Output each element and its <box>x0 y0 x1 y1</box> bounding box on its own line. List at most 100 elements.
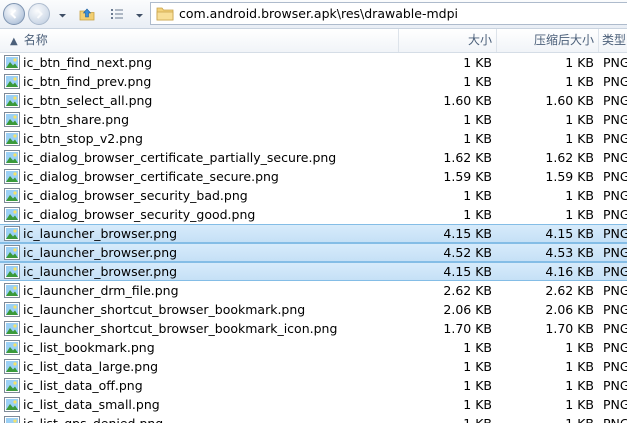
png-image-file-icon <box>4 378 20 393</box>
file-compressed-size: 1 KB <box>565 188 594 203</box>
table-row[interactable]: ic_btn_stop_v2.png 1 KB 1 KB PNG <box>0 129 627 148</box>
file-name: ic_launcher_browser.png <box>23 264 178 279</box>
file-type: PNG <box>603 150 627 165</box>
file-type: PNG <box>603 74 627 89</box>
file-size: 2.06 KB <box>443 302 492 317</box>
file-size: 1 KB <box>463 74 492 89</box>
file-name: ic_list_bookmark.png <box>23 340 155 355</box>
file-compressed-size: 1 KB <box>565 397 594 412</box>
png-image-file-icon <box>4 264 20 279</box>
column-divider[interactable] <box>598 29 599 52</box>
column-divider[interactable] <box>496 29 497 52</box>
file-size: 1.60 KB <box>443 93 492 108</box>
file-compressed-size: 1.60 KB <box>545 93 594 108</box>
folder-icon <box>156 6 174 21</box>
column-name[interactable]: ▲ 名称 <box>10 29 48 52</box>
history-dropdown-icon[interactable] <box>58 9 67 18</box>
png-image-file-icon <box>4 112 20 127</box>
table-row[interactable]: ic_launcher_drm_file.png 2.62 KB 2.62 KB PN… <box>0 281 627 300</box>
sort-up-icon: ▲ <box>10 36 18 47</box>
file-name: ic_btn_find_next.png <box>23 55 153 70</box>
view-list-icon[interactable] <box>108 5 126 23</box>
table-row[interactable]: ic_list_gps_denied.png 1 KB 1 KB PNG <box>0 414 627 423</box>
file-type: PNG <box>603 55 627 70</box>
file-size: 1 KB <box>463 340 492 355</box>
table-row[interactable]: ic_dialog_browser_certificate_secure.png… <box>0 167 627 186</box>
file-name: ic_dialog_browser_certificate_secure.png <box>23 169 279 184</box>
file-compressed-size: 1.70 KB <box>545 321 594 336</box>
file-name: ic_dialog_browser_security_bad.png <box>23 188 248 203</box>
file-name: ic_btn_select_all.png <box>23 93 153 108</box>
address-bar[interactable]: com.android.browser.apk\res\drawable-mdp… <box>150 2 627 25</box>
table-row[interactable]: ic_list_bookmark.png 1 KB 1 KB PNG <box>0 338 627 357</box>
address-path[interactable]: com.android.browser.apk\res\drawable-mdp… <box>179 6 458 21</box>
up-folder-icon[interactable] <box>78 5 96 23</box>
file-type: PNG <box>603 302 627 317</box>
column-divider[interactable] <box>398 29 399 52</box>
table-row[interactable]: ic_btn_select_all.png 1.60 KB 1.60 KB PNG <box>0 91 627 110</box>
png-image-file-icon <box>4 340 20 355</box>
file-size: 2.62 KB <box>443 283 492 298</box>
table-row[interactable]: ic_launcher_browser.png 4.15 KB 4.16 KB PNG <box>0 262 627 281</box>
column-size[interactable]: 大小 <box>402 29 492 52</box>
png-image-file-icon <box>4 397 20 412</box>
file-type: PNG <box>603 283 627 298</box>
file-type: PNG <box>603 378 627 393</box>
file-compressed-size: 2.06 KB <box>545 302 594 317</box>
file-size: 1 KB <box>463 131 492 146</box>
file-size: 1.70 KB <box>443 321 492 336</box>
file-name: ic_btn_share.png <box>23 112 130 127</box>
file-size: 1 KB <box>463 207 492 222</box>
file-name: ic_dialog_browser_certificate_partially_… <box>23 150 337 165</box>
file-type: PNG <box>603 188 627 203</box>
png-image-file-icon <box>4 150 20 165</box>
file-compressed-size: 1 KB <box>565 55 594 70</box>
file-compressed-size: 1 KB <box>565 74 594 89</box>
table-row[interactable]: ic_list_data_large.png 1 KB 1 KB PNG <box>0 357 627 376</box>
file-name: ic_btn_stop_v2.png <box>23 131 143 146</box>
table-row[interactable]: ic_dialog_browser_certificate_partially_… <box>0 148 627 167</box>
file-compressed-size: 1 KB <box>565 359 594 374</box>
png-image-file-icon <box>4 188 20 203</box>
table-row[interactable]: ic_dialog_browser_security_bad.png 1 KB 1 … <box>0 186 627 205</box>
file-name: ic_list_data_off.png <box>23 378 143 393</box>
png-image-file-icon <box>4 321 20 336</box>
file-size: 1 KB <box>402 414 492 423</box>
png-image-file-icon <box>4 55 20 70</box>
file-name: ic_dialog_browser_security_good.png <box>23 207 256 222</box>
png-image-file-icon <box>4 169 20 184</box>
back-button[interactable] <box>3 3 25 25</box>
table-row[interactable]: ic_btn_find_prev.png 1 KB 1 KB PNG <box>0 72 627 91</box>
column-compressed-size[interactable]: 压缩后大小 <box>498 29 594 52</box>
png-image-file-icon <box>4 226 20 241</box>
view-dropdown-icon[interactable] <box>135 9 144 18</box>
file-compressed-size: 1.59 KB <box>545 169 594 184</box>
table-row[interactable]: ic_btn_share.png 1 KB 1 KB PNG <box>0 110 627 129</box>
file-compressed-size: 1 KB <box>565 378 594 393</box>
table-row[interactable]: ic_dialog_browser_security_good.png 1 KB 1… <box>0 205 627 224</box>
table-row[interactable]: ic_launcher_shortcut_browser_bookmark_ic… <box>0 319 627 338</box>
table-row[interactable]: ic_list_data_small.png 1 KB 1 KB PNG <box>0 395 627 414</box>
column-name-label: 名称 <box>23 33 48 47</box>
file-type: PNG <box>603 93 627 108</box>
file-type: PNG <box>603 359 627 374</box>
file-type: PNG <box>603 264 627 279</box>
file-size: 1.59 KB <box>443 169 492 184</box>
table-row[interactable]: ic_btn_find_next.png 1 KB 1 KB PNG <box>0 53 627 72</box>
forward-arrow-icon <box>36 9 43 19</box>
png-image-file-icon <box>4 245 20 260</box>
file-size: 1 KB <box>463 378 492 393</box>
forward-button[interactable] <box>28 3 50 25</box>
file-compressed-size: 4.53 KB <box>545 245 594 260</box>
file-type: PNG <box>603 226 627 241</box>
table-row[interactable]: ic_launcher_browser.png 4.52 KB 4.53 KB PNG <box>0 243 627 262</box>
column-type[interactable]: 类型 <box>602 29 626 52</box>
file-size: 4.15 KB <box>443 264 492 279</box>
table-row[interactable]: ic_launcher_shortcut_browser_bookmark.pn… <box>0 300 627 319</box>
png-image-file-icon <box>4 416 20 423</box>
table-row[interactable]: ic_list_data_off.png 1 KB 1 KB PNG <box>0 376 627 395</box>
file-type: PNG <box>603 169 627 184</box>
file-name: ic_launcher_shortcut_browser_bookmark.pn… <box>23 302 306 317</box>
column-header: ▲ 名称 大小 压缩后大小 类型 <box>0 29 627 53</box>
table-row[interactable]: ic_launcher_browser.png 4.15 KB 4.15 KB PNG <box>0 224 627 243</box>
